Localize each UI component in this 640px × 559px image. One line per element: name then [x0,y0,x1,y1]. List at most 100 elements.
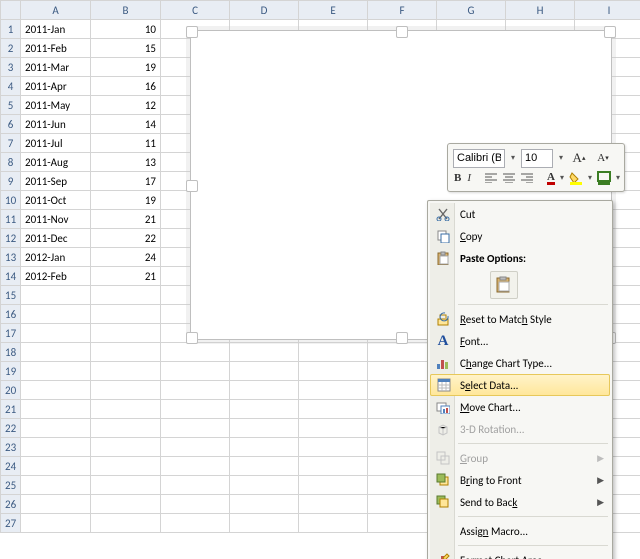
cell[interactable]: 2011-May [21,96,91,115]
cell[interactable] [21,457,91,476]
menu-paste-option-default[interactable] [430,269,610,301]
row-header[interactable]: 18 [1,343,21,362]
cell[interactable]: 2011-Feb [21,39,91,58]
row-header[interactable]: 14 [1,267,21,286]
cell[interactable] [230,400,299,419]
row-header[interactable]: 15 [1,286,21,305]
cell[interactable]: 21 [91,267,161,286]
row-header[interactable]: 11 [1,210,21,229]
cell[interactable] [299,419,368,438]
cell[interactable] [299,381,368,400]
cell[interactable]: 2011-Jan [21,20,91,39]
cell[interactable]: 11 [91,134,161,153]
cell[interactable] [299,343,368,362]
italic-button[interactable]: I [466,168,472,188]
cell[interactable] [21,362,91,381]
cell[interactable] [230,419,299,438]
cell[interactable] [91,438,161,457]
cell[interactable] [299,438,368,457]
cell[interactable] [230,381,299,400]
align-center-button[interactable] [502,168,516,188]
cell[interactable] [91,495,161,514]
cell[interactable]: 2011-Apr [21,77,91,96]
dropdown-icon[interactable]: ▾ [557,153,565,163]
cell[interactable] [21,286,91,305]
cell[interactable] [161,400,230,419]
cell[interactable] [91,324,161,343]
row-header[interactable]: 25 [1,476,21,495]
shrink-font-button[interactable]: A▾ [593,148,613,168]
menu-move-chart[interactable]: Move Chart... [430,396,610,418]
cell[interactable]: 16 [91,77,161,96]
menu-change-chart-type[interactable]: Change Chart Type... [430,352,610,374]
cell[interactable] [299,476,368,495]
cell[interactable] [21,495,91,514]
dropdown-icon[interactable]: ▾ [616,173,620,183]
cell[interactable] [161,343,230,362]
menu-font[interactable]: AFont... [430,330,610,352]
row-header[interactable]: 1 [1,20,21,39]
row-header[interactable]: 21 [1,400,21,419]
cell[interactable]: 2012-Feb [21,267,91,286]
row-header[interactable]: 20 [1,381,21,400]
menu-copy[interactable]: Copy [430,225,610,247]
column-header[interactable]: B [91,1,161,20]
row-header[interactable]: 13 [1,248,21,267]
font-size-input[interactable] [521,149,553,168]
row-header[interactable]: 12 [1,229,21,248]
row-header[interactable]: 17 [1,324,21,343]
cell[interactable] [161,381,230,400]
row-header[interactable]: 24 [1,457,21,476]
resize-handle[interactable] [396,332,408,344]
column-header[interactable]: C [161,1,230,20]
cell[interactable] [21,419,91,438]
menu-bring-to-front[interactable]: Bring to Front▶ [430,469,610,491]
cell[interactable]: 21 [91,210,161,229]
cell[interactable] [21,514,91,533]
cell[interactable] [299,400,368,419]
resize-handle[interactable] [186,332,198,344]
cell[interactable] [230,495,299,514]
cell[interactable] [299,457,368,476]
row-header[interactable]: 10 [1,191,21,210]
cell[interactable] [230,362,299,381]
cell[interactable]: 15 [91,39,161,58]
column-header[interactable]: A [21,1,91,20]
cell[interactable]: 2011-Oct [21,191,91,210]
cell[interactable] [161,362,230,381]
menu-select-data[interactable]: Select Data... [430,374,610,396]
align-right-button[interactable] [520,168,534,188]
cell[interactable]: 14 [91,115,161,134]
menu-format-chart-area[interactable]: Format Chart Area... [430,549,610,559]
cell[interactable]: 19 [91,58,161,77]
cell[interactable] [91,381,161,400]
cell[interactable] [299,514,368,533]
cell[interactable]: 2011-Nov [21,210,91,229]
shape-outline-button[interactable] [596,168,612,188]
column-header[interactable]: D [230,1,299,20]
cell[interactable]: 2011-Aug [21,153,91,172]
cell[interactable] [230,438,299,457]
row-header[interactable]: 9 [1,172,21,191]
menu-send-to-back[interactable]: Send to Back▶ [430,491,610,513]
cell[interactable] [161,438,230,457]
row-header[interactable]: 27 [1,514,21,533]
fill-color-button[interactable] [568,168,584,188]
cell[interactable] [91,400,161,419]
row-header[interactable]: 3 [1,58,21,77]
cell[interactable] [299,495,368,514]
select-all-corner[interactable] [1,1,21,20]
row-header[interactable]: 8 [1,153,21,172]
column-header[interactable]: H [506,1,575,20]
cell[interactable] [161,457,230,476]
cell[interactable] [91,362,161,381]
row-header[interactable]: 23 [1,438,21,457]
grow-font-button[interactable]: A▴ [569,148,589,168]
cell[interactable] [161,514,230,533]
cell[interactable] [21,400,91,419]
cell[interactable] [91,419,161,438]
menu-reset-style[interactable]: Reset to Match Style [430,308,610,330]
cell[interactable] [91,343,161,362]
column-header[interactable]: G [437,1,506,20]
cell[interactable]: 12 [91,96,161,115]
